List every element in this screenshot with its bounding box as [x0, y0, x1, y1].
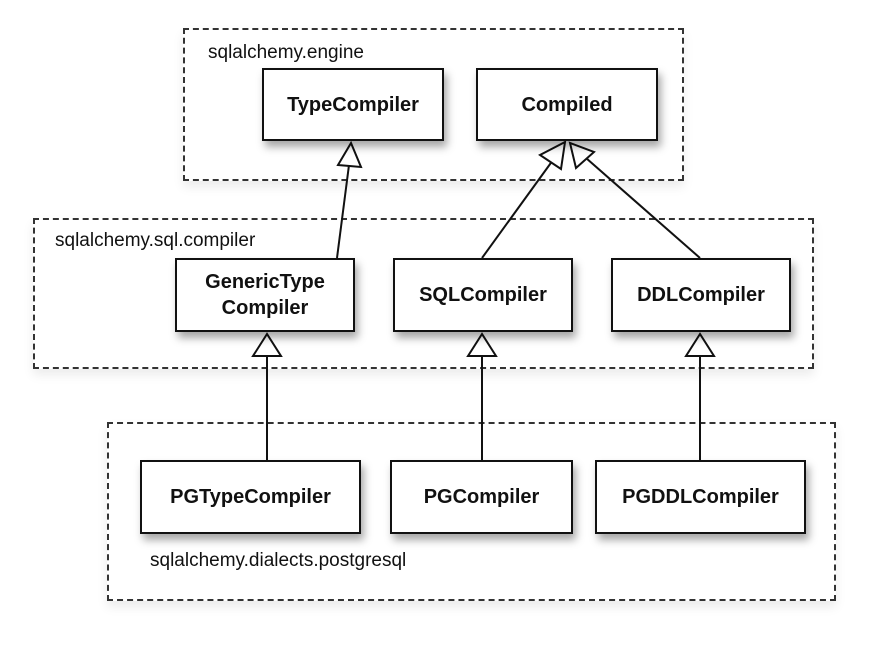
inheritance-arrowhead-icon — [466, 332, 498, 357]
edge-ddlcompiler-to-compiled — [585, 157, 701, 259]
inheritance-arrowhead-icon — [251, 332, 283, 357]
inheritance-arrowhead-icon — [538, 140, 567, 171]
class-compiled: Compiled — [476, 68, 658, 141]
inheritance-arrowhead-icon — [684, 332, 716, 357]
class-ddl-compiler: DDLCompiler — [611, 258, 791, 332]
class-pg-ddl-compiler: PGDDLCompiler — [595, 460, 806, 534]
class-name: PGDDLCompiler — [622, 486, 779, 508]
class-name-line2: Compiler — [221, 297, 309, 319]
class-pg-type-compiler: PGTypeCompiler — [140, 460, 361, 534]
class-name: Compiled — [521, 93, 613, 116]
edge-sqlcompiler-to-compiled — [481, 159, 554, 259]
class-sql-compiler: SQLCompiler — [393, 258, 573, 332]
class-pg-compiler: PGCompiler — [390, 460, 573, 534]
class-name: PGTypeCompiler — [170, 486, 331, 508]
class-name-line1: GenericType — [205, 271, 325, 293]
class-name: SQLCompiler — [419, 284, 547, 306]
class-name: PGCompiler — [423, 486, 540, 508]
class-generic-type-compiler: GenericType Compiler — [175, 258, 355, 332]
edge-generictype-to-typecompiler — [336, 164, 350, 259]
inheritance-arrowhead-icon — [568, 141, 596, 170]
inheritance-arrowhead-icon — [336, 140, 363, 169]
class-name: TypeCompiler — [287, 93, 419, 116]
class-type-compiler: TypeCompiler — [262, 68, 444, 141]
class-name: DDLCompiler — [637, 284, 765, 306]
